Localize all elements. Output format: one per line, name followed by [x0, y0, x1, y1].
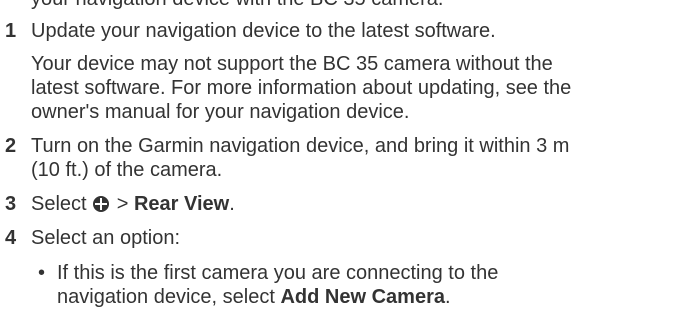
step-3: 3 Select > Rear View.	[0, 192, 689, 216]
select-word: Select	[31, 193, 87, 215]
option-bullet-item: • If this is the first camera you are co…	[31, 261, 689, 309]
step-4-text: Select an option:	[31, 227, 180, 249]
step-number: 4	[5, 227, 17, 249]
step-number: 3	[5, 193, 17, 215]
instruction-page: your navigation device with the BC 35 ca…	[0, 0, 689, 309]
step-2-text: (10 ft.) of the camera.	[31, 159, 223, 181]
step-4: 4 Select an option: • If this is the fir…	[0, 226, 689, 309]
step-2: 2 Turn on the Garmin navigation device, …	[0, 134, 689, 182]
bullet-text-prefix: navigation device, select	[57, 286, 275, 308]
sentence-end: .	[444, 286, 451, 308]
step-number: 2	[5, 135, 17, 157]
step-number: 1	[5, 20, 17, 42]
step-1: 1 Update your navigation device to the l…	[0, 19, 689, 124]
step-1-note: Your device may not support the BC 35 ca…	[31, 52, 689, 124]
intro-line: your navigation device with the BC 35 ca…	[0, 0, 689, 11]
note-line: latest software. For more information ab…	[31, 77, 572, 99]
step-2-text: Turn on the Garmin navigation device, an…	[31, 135, 570, 157]
rear-view-label: Rear View	[133, 193, 230, 215]
bullet-text: If this is the first camera you are conn…	[57, 262, 499, 284]
bullet-icon: •	[38, 262, 46, 284]
bullet-text: navigation device, select Add New Camera…	[57, 285, 689, 309]
step-1-text: Update your navigation device to the lat…	[31, 20, 496, 42]
intro-text: your navigation device with the BC 35 ca…	[31, 0, 689, 11]
menu-separator: >	[116, 193, 129, 215]
step-3-text: Select > Rear View.	[31, 192, 689, 216]
apps-menu-icon	[93, 196, 110, 212]
sentence-end: .	[229, 193, 235, 215]
add-new-camera-label: Add New Camera	[280, 286, 445, 308]
note-line: Your device may not support the BC 35 ca…	[31, 53, 553, 75]
note-line: owner's manual for your navigation devic…	[31, 101, 410, 123]
